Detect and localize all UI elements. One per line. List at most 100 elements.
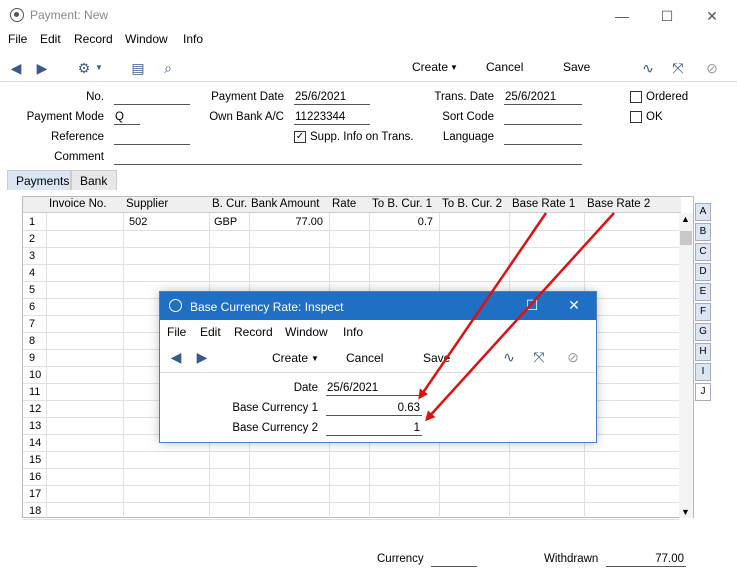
print-icon[interactable]: ▤: [130, 60, 146, 76]
language-label: Language: [442, 131, 494, 143]
tab-payments[interactable]: Payments: [7, 170, 71, 190]
scroll-up-icon[interactable]: ▲: [681, 214, 690, 224]
scroll-thumb[interactable]: [680, 231, 692, 245]
grid-scrollbar[interactable]: ▲ ▼: [679, 213, 693, 518]
cancel-button[interactable]: Cancel: [486, 60, 523, 74]
cell-supplier[interactable]: 502: [129, 216, 147, 228]
trans-date-field[interactable]: 25/6/2021: [504, 91, 582, 105]
create-button[interactable]: Create: [412, 60, 448, 74]
close-button[interactable]: ✕: [697, 6, 727, 26]
payment-date-field[interactable]: 25/6/2021: [294, 91, 370, 105]
table-row[interactable]: 1 502 GBP 77.00 0.7: [23, 214, 679, 231]
sort-code-field[interactable]: [504, 111, 582, 125]
col-to-b-cur-1: To B. Cur. 1: [372, 198, 433, 210]
row-number: 17: [29, 488, 42, 500]
dialog-menu-file[interactable]: File: [167, 325, 186, 339]
side-tab-a[interactable]: A: [695, 203, 711, 221]
side-tab-h[interactable]: H: [695, 343, 711, 361]
print-preview-icon[interactable]: ⌕: [160, 60, 176, 76]
previous-record-icon[interactable]: ◀: [8, 60, 24, 76]
dialog-date-label: Date: [293, 382, 318, 394]
col-base-rate-1: Base Rate 1: [512, 198, 576, 210]
col-bank-amount: Bank Amount: [251, 198, 320, 210]
dialog-base-currency-1-field[interactable]: 0.63: [326, 402, 422, 416]
table-row[interactable]: 18: [23, 503, 679, 520]
save-button[interactable]: Save: [563, 60, 590, 74]
row-number: 4: [29, 267, 36, 279]
reference-field[interactable]: [114, 131, 190, 145]
language-field[interactable]: [504, 131, 582, 145]
table-row[interactable]: 15: [23, 452, 679, 469]
dialog-save-button[interactable]: Save: [423, 351, 450, 365]
table-row[interactable]: 4: [23, 265, 679, 282]
dialog-title: Base Currency Rate: Inspect: [190, 300, 344, 314]
dialog-menu-edit[interactable]: Edit: [200, 325, 221, 339]
dialog-close-button[interactable]: ✕: [560, 297, 588, 314]
menu-edit[interactable]: Edit: [40, 32, 61, 46]
dialog-previous-icon[interactable]: ◀: [168, 349, 184, 365]
dialog-next-icon[interactable]: ▶: [194, 349, 210, 365]
withdrawn-label: Withdrawn: [544, 553, 599, 565]
side-tab-g[interactable]: G: [695, 323, 711, 341]
cell-bank-amount[interactable]: 77.00: [295, 216, 323, 228]
comment-field[interactable]: [114, 151, 582, 165]
side-tab-i[interactable]: I: [695, 363, 711, 381]
dialog-expand-icon[interactable]: ⤧: [531, 349, 547, 365]
dialog-activity-icon[interactable]: ∿: [501, 349, 517, 365]
menu-file[interactable]: File: [8, 32, 27, 46]
row-number: 14: [29, 437, 42, 449]
dialog-menu-record[interactable]: Record: [234, 325, 273, 339]
maximize-button[interactable]: ☐: [652, 6, 682, 26]
cell-to-b-cur-1[interactable]: 0.7: [418, 216, 433, 228]
row-number: 11: [29, 386, 41, 398]
payment-mode-field[interactable]: Q: [114, 111, 140, 125]
side-tab-f[interactable]: F: [695, 303, 711, 321]
attachment-icon[interactable]: ⊘: [704, 60, 720, 76]
side-tab-d[interactable]: D: [695, 263, 711, 281]
dialog-menu-info[interactable]: Info: [343, 325, 363, 339]
ordered-checkbox[interactable]: [630, 91, 642, 103]
side-tab-b[interactable]: B: [695, 223, 711, 241]
table-row[interactable]: 17: [23, 486, 679, 503]
sort-code-label: Sort Code: [442, 111, 494, 123]
create-dropdown-icon[interactable]: ▼: [450, 63, 458, 72]
row-number: 13: [29, 420, 42, 432]
scroll-down-icon[interactable]: ▼: [681, 507, 690, 517]
no-field[interactable]: [114, 91, 190, 105]
table-row[interactable]: 2: [23, 231, 679, 248]
table-row[interactable]: 16: [23, 469, 679, 486]
row-number: 1: [29, 216, 36, 228]
dialog-base-currency-2-field[interactable]: 1: [326, 422, 422, 436]
expand-icon[interactable]: ⤧: [670, 60, 686, 76]
dialog-maximize-button[interactable]: ☐: [518, 297, 546, 314]
supp-info-label: Supp. Info on Trans.: [310, 131, 414, 143]
side-tab-c[interactable]: C: [695, 243, 711, 261]
no-label: No.: [86, 91, 104, 103]
next-record-icon[interactable]: ▶: [34, 60, 50, 76]
dialog-cancel-button[interactable]: Cancel: [346, 351, 383, 365]
table-row[interactable]: 3: [23, 248, 679, 265]
minimize-button[interactable]: —: [607, 6, 637, 26]
dialog-create-dropdown-icon[interactable]: ▼: [311, 354, 319, 363]
currency-field[interactable]: [431, 553, 477, 567]
own-bank-field[interactable]: 11223344: [294, 111, 370, 125]
dialog-create-button[interactable]: Create: [272, 351, 308, 365]
supp-info-checkbox[interactable]: ✓: [294, 131, 306, 143]
row-number: 5: [29, 284, 36, 296]
dialog-date-field[interactable]: 25/6/2021: [326, 382, 422, 396]
tab-bank[interactable]: Bank: [71, 170, 117, 190]
cell-b-cur[interactable]: GBP: [214, 216, 237, 228]
col-supplier: Supplier: [126, 198, 169, 210]
side-tab-j[interactable]: J: [695, 383, 711, 401]
gear-dropdown-icon[interactable]: ▼: [91, 60, 107, 76]
menu-info[interactable]: Info: [183, 32, 203, 46]
menu-window[interactable]: Window: [125, 32, 168, 46]
activity-icon[interactable]: ∿: [640, 60, 656, 76]
gear-icon[interactable]: ⚙: [76, 60, 92, 76]
ok-checkbox[interactable]: [630, 111, 642, 123]
side-tab-e[interactable]: E: [695, 283, 711, 301]
dialog-attachment-icon[interactable]: ⊘: [565, 349, 581, 365]
own-bank-label: Own Bank A/C: [209, 111, 284, 123]
dialog-menu-window[interactable]: Window: [285, 325, 328, 339]
menu-record[interactable]: Record: [74, 32, 113, 46]
